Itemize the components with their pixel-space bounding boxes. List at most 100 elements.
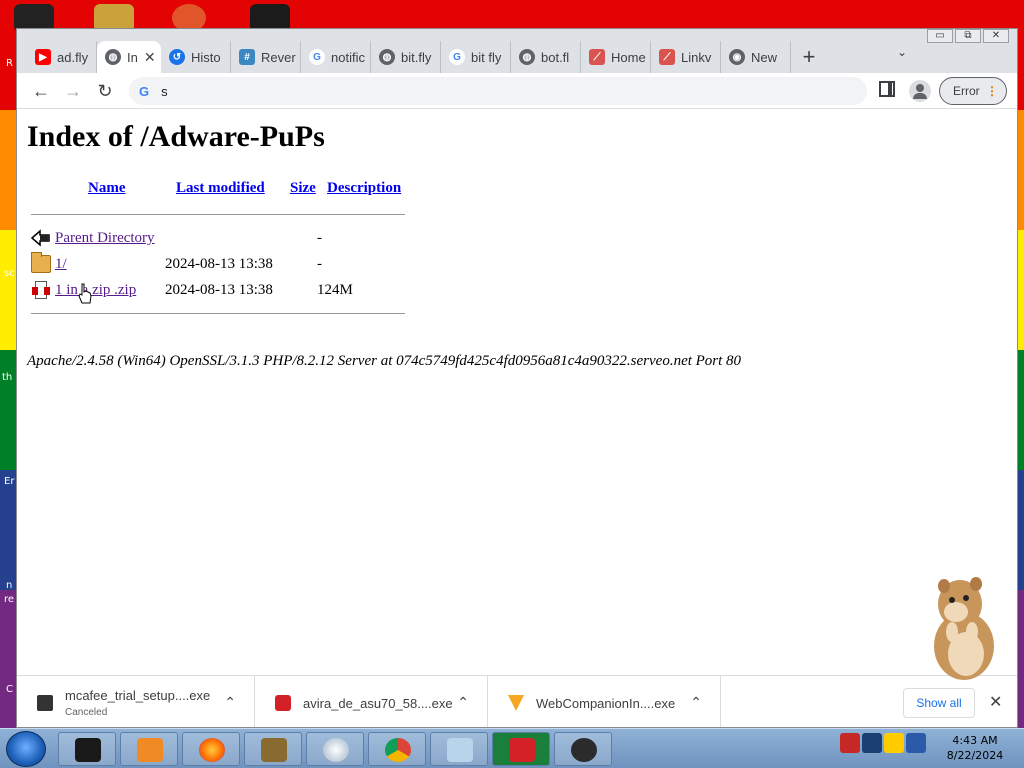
desktop-label-fragment: n	[6, 580, 13, 591]
linkvertise-icon: ⟋	[659, 49, 675, 65]
tab-list: ▶ ad.fly ◍ In ✕ ↺ Histo # Rever Gnotific ◍ bit…	[27, 41, 827, 73]
tab-notifications[interactable]: Gnotific	[301, 41, 371, 73]
taskbar: 4:43 AM 8/22/2024	[0, 728, 1024, 768]
google-icon: G	[309, 49, 325, 65]
tab-new[interactable]: ◉ New	[721, 41, 791, 73]
system-tray	[840, 733, 926, 753]
divider	[31, 214, 405, 215]
taskbar-media-player-button[interactable]	[120, 732, 178, 766]
row-size: -	[317, 256, 322, 272]
tab-label: bit fly	[471, 49, 502, 65]
tab-label: notific	[331, 49, 365, 65]
tray-volume-icon[interactable]	[906, 733, 926, 753]
tab-history[interactable]: ↺ Histo	[161, 41, 231, 73]
linkvertise-icon: ⟋	[589, 49, 605, 65]
download-item-mcafee[interactable]: mcafee_trial_setup....exe Canceled ⌃	[17, 676, 255, 727]
taskbar-terminal-button[interactable]	[58, 732, 116, 766]
browser-window: ▭ ⧉ ✕ ▶ ad.fly ◍ In ✕ ↺ Histo # Rever Gnotifi…	[16, 28, 1018, 728]
tab-label: Home	[611, 49, 646, 65]
taskbar-notepad-button[interactable]	[430, 732, 488, 766]
new-tab-button[interactable]: +	[791, 41, 827, 73]
sort-by-size-link[interactable]: Size	[290, 180, 316, 197]
sort-by-name-link[interactable]: Name	[88, 180, 126, 197]
taskbar-clock[interactable]: 4:43 AM 8/22/2024	[940, 733, 1010, 763]
download-item-avira[interactable]: avira_de_asu70_58....exe ⌃	[255, 676, 488, 727]
tray-alert-icon[interactable]	[840, 733, 860, 753]
back-button[interactable]: ←	[29, 79, 53, 103]
download-item-webcompanion[interactable]: WebCompanionIn....exe ⌃	[488, 676, 721, 727]
chrome-icon	[385, 738, 411, 762]
game-box-icon	[261, 738, 287, 762]
tab-label: In	[127, 49, 138, 65]
taskbar-disc-utility-button[interactable]	[306, 732, 364, 766]
terminal-icon	[75, 738, 101, 762]
download-filename: WebCompanionIn....exe	[536, 695, 676, 711]
hand-cursor-icon	[78, 283, 92, 304]
taskbar-firefox-button[interactable]	[182, 732, 240, 766]
google-icon: G	[139, 83, 150, 99]
tab-index-active[interactable]: ◍ In ✕	[97, 41, 161, 73]
close-window-button[interactable]: ✕	[983, 29, 1009, 43]
sort-by-description-link[interactable]: Description	[327, 180, 401, 197]
disc-utility-icon	[323, 738, 349, 762]
tray-network-icon[interactable]	[862, 733, 882, 753]
forward-button[interactable]: →	[61, 79, 85, 103]
tab-bitfly-search[interactable]: Gbit fly	[441, 41, 511, 73]
folder-link[interactable]: 1/	[55, 256, 67, 273]
browser-toolbar: ← → ↻ G s Error ⋮	[17, 73, 1017, 109]
address-bar-text[interactable]: s	[161, 84, 168, 99]
chevron-up-icon[interactable]: ⌃	[224, 694, 236, 711]
globe-icon: ◍	[519, 49, 535, 65]
tab-linkvertise[interactable]: ⟋ Linkv	[651, 41, 721, 73]
back-icon	[30, 229, 51, 247]
tab-bitfly[interactable]: ◍ bit.fly	[371, 41, 441, 73]
tab-search-icon[interactable]: ⌄	[897, 45, 907, 59]
tray-display-icon[interactable]	[884, 733, 904, 753]
zip-icon	[32, 281, 50, 299]
minimize-button[interactable]: ▭	[927, 29, 953, 43]
chevron-up-icon[interactable]: ⌃	[457, 694, 469, 711]
sort-by-last-modified-link[interactable]: Last modified	[176, 180, 265, 197]
history-icon: ↺	[169, 49, 185, 65]
tab-home[interactable]: ⟋ Home	[581, 41, 651, 73]
divider	[31, 313, 405, 314]
tab-reverse[interactable]: # Rever	[231, 41, 301, 73]
profile-avatar-icon[interactable]	[909, 80, 931, 102]
start-button[interactable]	[6, 731, 46, 767]
tab-adfly[interactable]: ▶ ad.fly	[27, 41, 97, 73]
error-label: Error	[953, 84, 980, 98]
reload-button[interactable]: ↻	[93, 79, 117, 103]
parent-directory-link[interactable]: Parent Directory	[55, 230, 155, 247]
taskbar-avira-button[interactable]	[492, 732, 550, 766]
show-all-downloads-button[interactable]: Show all	[903, 688, 975, 718]
download-shelf: mcafee_trial_setup....exe Canceled ⌃ avi…	[17, 675, 1017, 727]
taskbar-chrome-button[interactable]	[368, 732, 426, 766]
kebab-menu-icon: ⋮	[986, 84, 998, 98]
youtube-icon: ▶	[35, 49, 51, 65]
taskbar-game-box-button[interactable]	[244, 732, 302, 766]
error-menu-button[interactable]: Error ⋮	[939, 77, 1007, 105]
address-bar[interactable]: G s	[129, 77, 867, 105]
media-player-icon	[137, 738, 163, 762]
download-filename: avira_de_asu70_58....exe	[303, 695, 453, 711]
taskbar-obs-button[interactable]	[554, 732, 612, 766]
page-content: Index of /Adware-PuPs Name Last modified…	[17, 110, 1017, 675]
obs-icon	[571, 738, 597, 762]
desktop-label-fragment: re	[4, 594, 15, 605]
desktop-label-fragment: Er	[4, 476, 15, 487]
close-shelf-icon[interactable]: ✕	[989, 692, 1002, 712]
restore-button[interactable]: ⧉	[955, 29, 981, 43]
tab-label: Linkv	[681, 49, 712, 65]
avira-icon	[509, 738, 535, 762]
clock-time: 4:43 AM	[952, 734, 998, 747]
zip-file-link[interactable]: 1 in a zip .zip	[55, 282, 136, 299]
page-title: Index of /Adware-PuPs	[27, 120, 325, 153]
side-panel-icon[interactable]	[879, 81, 895, 97]
chevron-up-icon[interactable]: ⌃	[690, 694, 702, 711]
tab-botfl[interactable]: ◍ bot.fl	[511, 41, 581, 73]
hashtag-icon: #	[239, 49, 255, 65]
close-tab-icon[interactable]: ✕	[144, 49, 156, 66]
tab-label: bit.fly	[401, 49, 432, 65]
row-size: 124M	[317, 282, 353, 298]
desktop-label-fragment: C	[6, 684, 13, 695]
